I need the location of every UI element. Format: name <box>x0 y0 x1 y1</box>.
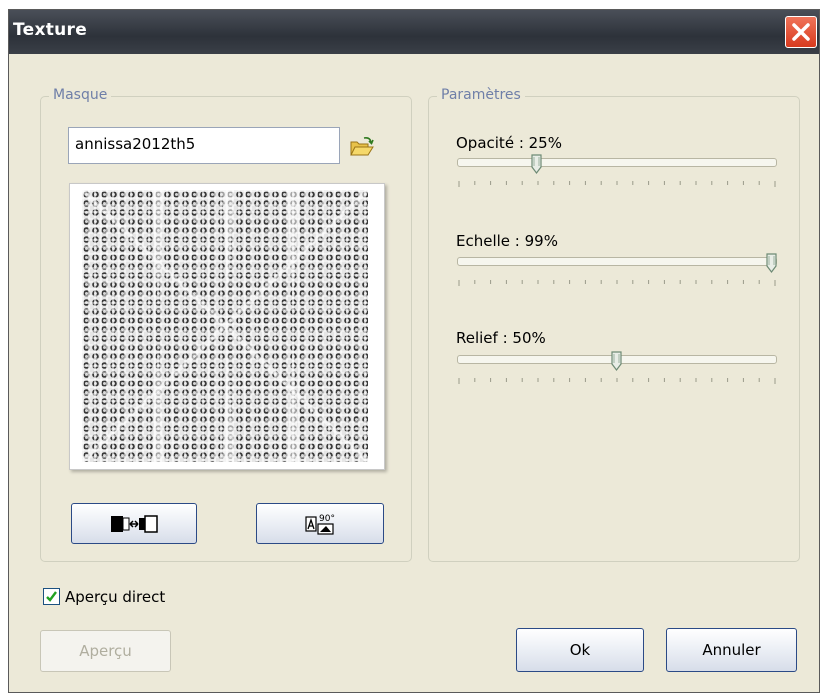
texture-pattern-image <box>82 190 368 462</box>
opacity-label: Opacité : 25% <box>456 134 562 152</box>
scale-slider-thumb[interactable] <box>766 253 777 273</box>
open-folder-icon <box>350 137 374 156</box>
title-bar[interactable]: Texture <box>9 10 819 54</box>
flip-horizontal-icon <box>111 514 158 533</box>
slider-thumb-icon <box>766 253 777 273</box>
relief-slider-thumb[interactable] <box>610 351 622 371</box>
scale-label: Echelle : 99% <box>456 232 558 250</box>
scale-slider-track[interactable] <box>457 257 777 266</box>
texture-preview <box>69 183 385 470</box>
relief-label: Relief : 50% <box>456 329 546 347</box>
close-icon <box>792 23 810 41</box>
rotate-90-icon: 90° <box>305 514 335 535</box>
opacity-slider-ticks <box>458 181 776 187</box>
slider-thumb-icon <box>531 154 542 174</box>
texture-dialog: Texture Masque annissa2012th5 90° Paramè… <box>8 9 820 693</box>
opacity-slider-track[interactable] <box>457 158 777 167</box>
checkmark-icon <box>46 591 57 602</box>
flip-button[interactable] <box>71 503 197 544</box>
svg-text:90°: 90° <box>319 514 335 524</box>
apercu-direct-checkbox[interactable] <box>43 588 60 605</box>
scale-slider-ticks <box>458 280 776 286</box>
apercu-button[interactable]: Aperçu <box>40 630 171 672</box>
browse-button[interactable] <box>349 136 375 158</box>
annuler-button[interactable]: Annuler <box>666 628 797 672</box>
window-title: Texture <box>13 20 88 40</box>
relief-slider-ticks <box>458 378 776 384</box>
opacity-slider-thumb[interactable] <box>531 154 542 174</box>
rotate-button[interactable]: 90° <box>256 503 384 544</box>
apercu-direct-label[interactable]: Aperçu direct <box>65 588 165 606</box>
ok-button[interactable]: Ok <box>516 628 644 672</box>
masque-legend: Masque <box>49 87 112 103</box>
parametres-legend: Paramètres <box>437 87 525 103</box>
masque-group: Masque annissa2012th5 90° <box>40 87 412 562</box>
slider-thumb-icon <box>610 351 622 371</box>
close-button[interactable] <box>785 16 817 48</box>
texture-file-input[interactable]: annissa2012th5 <box>68 127 340 164</box>
